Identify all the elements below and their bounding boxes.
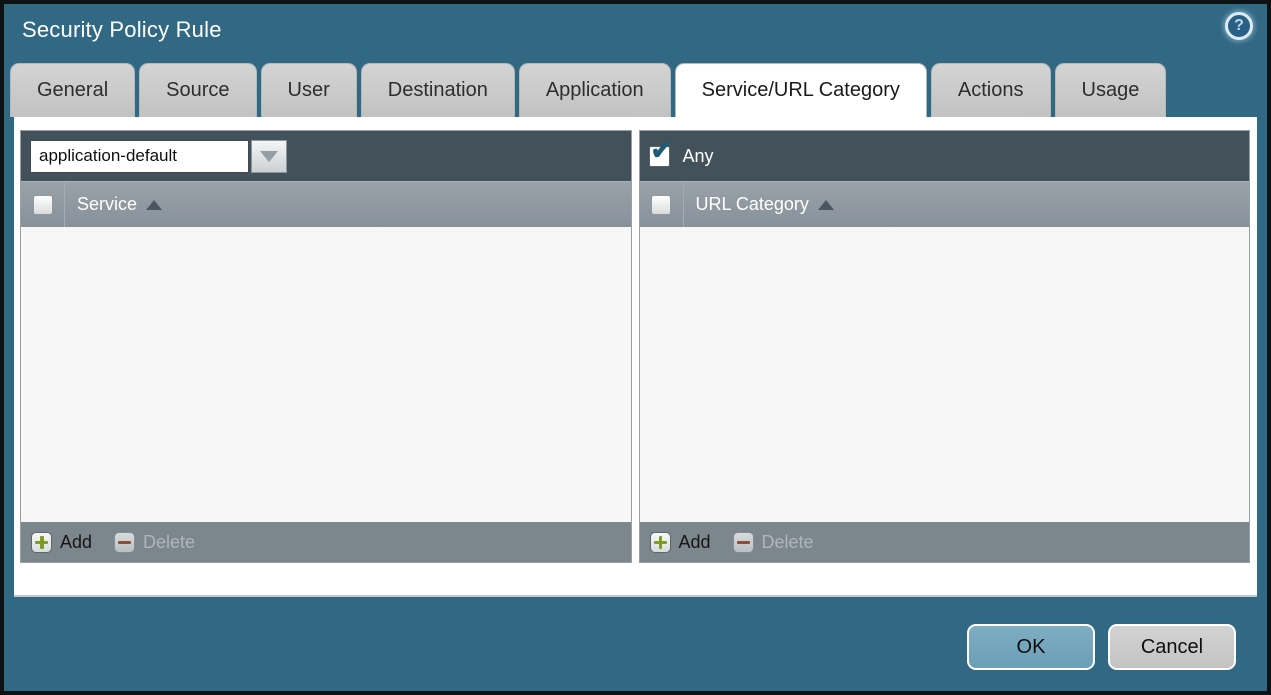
- tab-bar: General Source User Destination Applicat…: [10, 63, 1167, 117]
- checkmark-icon: ✔: [650, 134, 673, 165]
- service-panel: Service Add Delete: [20, 130, 632, 563]
- question-mark-glyph: ?: [1234, 17, 1244, 34]
- sort-ascending-icon: [146, 199, 163, 210]
- url-category-column-label: URL Category: [695, 194, 809, 214]
- url-category-delete-button: Delete: [732, 531, 814, 553]
- url-category-panel: ✔ Any URL Category Add Delete: [638, 130, 1250, 563]
- security-policy-rule-dialog: Security Policy Rule ? General Source Us…: [0, 0, 1271, 695]
- chevron-down-icon: [260, 150, 278, 162]
- tab-application[interactable]: Application: [518, 63, 671, 117]
- plus-icon: [649, 531, 671, 553]
- service-type-dropdown-input[interactable]: [30, 139, 249, 173]
- service-dropdown-bar: [21, 131, 631, 181]
- tab-user[interactable]: User: [260, 63, 357, 117]
- service-footer-toolbar: Add Delete: [21, 522, 631, 562]
- delete-label: Delete: [761, 531, 814, 552]
- tab-actions[interactable]: Actions: [930, 63, 1051, 117]
- plus-icon: [31, 531, 52, 553]
- any-checkbox[interactable]: ✔: [648, 137, 672, 167]
- service-type-dropdown-button[interactable]: [251, 139, 287, 173]
- service-select-all-checkbox[interactable]: [32, 194, 53, 215]
- service-column-header[interactable]: Service: [21, 181, 631, 227]
- url-category-any-bar: ✔ Any: [639, 131, 1249, 181]
- url-category-add-button[interactable]: Add: [649, 531, 711, 553]
- minus-icon: [732, 531, 754, 553]
- url-category-column-header[interactable]: URL Category: [639, 181, 1249, 227]
- url-category-select-all-cell: [640, 182, 684, 227]
- service-select-all-cell: [21, 182, 65, 227]
- dialog-title: Security Policy Rule: [22, 17, 222, 42]
- service-delete-button: Delete: [114, 531, 196, 553]
- add-label: Add: [60, 531, 93, 552]
- tab-source[interactable]: Source: [139, 63, 257, 117]
- delete-label: Delete: [143, 531, 196, 552]
- dialog-action-buttons: OK Cancel: [967, 624, 1236, 670]
- service-list-empty: [21, 227, 631, 522]
- help-icon[interactable]: ?: [1225, 12, 1253, 40]
- tab-destination[interactable]: Destination: [360, 63, 515, 117]
- any-label: Any: [682, 145, 714, 166]
- url-category-list-empty: [639, 227, 1249, 522]
- sort-ascending-icon: [817, 199, 834, 210]
- tab-service-url-category[interactable]: Service/URL Category: [674, 63, 927, 117]
- service-column-label: Service: [77, 194, 138, 214]
- service-add-button[interactable]: Add: [31, 531, 93, 553]
- url-category-footer-toolbar: Add Delete: [639, 522, 1249, 562]
- add-label: Add: [678, 531, 711, 552]
- ok-button[interactable]: OK: [967, 624, 1095, 670]
- tab-content-service-url-category: Service Add Delete: [14, 117, 1257, 597]
- tab-general[interactable]: General: [10, 63, 136, 117]
- tab-usage[interactable]: Usage: [1054, 63, 1167, 117]
- cancel-button[interactable]: Cancel: [1108, 624, 1236, 670]
- minus-icon: [114, 531, 136, 553]
- url-category-select-all-checkbox[interactable]: [651, 194, 671, 215]
